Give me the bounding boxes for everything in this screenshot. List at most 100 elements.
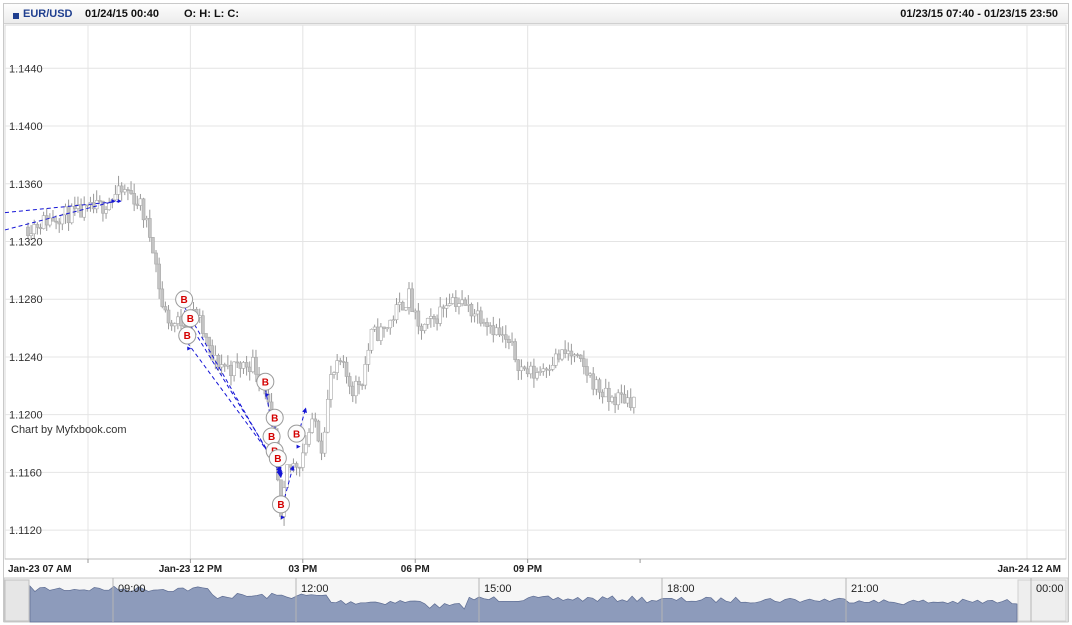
x-tick-label: Jan-24 12 AM	[997, 564, 1061, 575]
candle-body	[310, 418, 314, 433]
candle-body	[69, 205, 74, 224]
candle-body	[438, 306, 443, 324]
y-tick-label: 1.1280	[9, 294, 43, 306]
buy-marker-label: B	[268, 432, 275, 443]
candle-body	[375, 326, 380, 341]
chart-grid	[4, 24, 1067, 560]
candle-body	[463, 299, 468, 306]
buy-marker[interactable]: B	[265, 408, 284, 427]
candle-body	[35, 224, 40, 228]
candle-body	[566, 350, 571, 354]
candle-body	[572, 354, 577, 357]
candle-body	[244, 362, 249, 368]
candle-body	[507, 339, 511, 343]
buy-marker-label: B	[181, 295, 188, 306]
candle-body	[201, 315, 205, 334]
candle-body	[597, 379, 602, 393]
buy-marker-label: B	[277, 500, 284, 511]
candle-body	[550, 365, 555, 370]
candle-body	[594, 379, 599, 390]
candle-body	[151, 237, 155, 254]
candle-body	[241, 362, 246, 369]
candle-body	[435, 318, 439, 324]
candle-body	[557, 353, 561, 360]
candle-body	[366, 349, 371, 365]
candle-body	[563, 349, 567, 354]
candle-body	[313, 418, 318, 422]
candle-body	[219, 364, 224, 368]
candle-body	[397, 301, 402, 305]
candle-body	[94, 200, 99, 210]
candle-body	[582, 358, 586, 367]
buy-marker-label: B	[271, 413, 278, 424]
y-tick-label: 1.1400	[9, 121, 43, 133]
candle-body	[341, 361, 346, 363]
y-tick-label: 1.1240	[9, 352, 43, 364]
navigator[interactable]: 09:00 12:00 15:00 18:00 21:00 00:00	[3, 577, 1069, 623]
candle-body	[232, 361, 236, 376]
buy-marker[interactable]: B	[181, 309, 200, 328]
candle-body	[338, 360, 343, 362]
candle-body	[457, 303, 461, 307]
candle-body	[98, 200, 102, 202]
candle-body	[79, 204, 83, 218]
candle-body	[441, 306, 446, 309]
candle-body	[388, 319, 393, 329]
candle-body	[332, 372, 336, 375]
navigator-left-handle[interactable]	[4, 579, 30, 622]
x-tick-label: 09 PM	[513, 564, 542, 575]
candle-body	[213, 355, 218, 361]
candle-body	[522, 366, 527, 370]
candle-body	[157, 263, 161, 290]
candle-body	[494, 327, 499, 336]
candle-body	[485, 322, 489, 327]
candle-body	[38, 227, 43, 229]
candle-body	[254, 357, 258, 375]
candle-body	[216, 355, 221, 368]
candle-body	[147, 218, 152, 238]
candle-body	[603, 387, 608, 398]
candle-body	[297, 466, 302, 469]
price-chart[interactable]: BBBBBBBBBB 1.14401.14001.13601.13201.128…	[0, 0, 1072, 625]
candle-body	[51, 217, 55, 222]
navigator-label: 15:00	[484, 583, 512, 595]
candle-body	[625, 397, 630, 404]
buy-marker[interactable]: B	[178, 326, 197, 345]
candle-body	[154, 252, 158, 265]
navigator-label: 21:00	[851, 583, 879, 595]
x-tick-label: 03 PM	[288, 564, 317, 575]
candle-body	[304, 443, 308, 454]
candle-body	[416, 310, 421, 327]
candle-body	[226, 364, 230, 367]
candle-body	[135, 203, 140, 206]
candle-body	[444, 305, 449, 309]
candle-body	[588, 373, 592, 376]
candle-body	[104, 209, 108, 214]
candle-body	[57, 221, 62, 225]
candle-body	[585, 366, 589, 376]
candle-body	[535, 372, 539, 379]
candle-body	[369, 328, 374, 351]
candle-body	[251, 357, 255, 373]
candle-body	[207, 336, 211, 347]
buy-marker[interactable]: B	[268, 449, 287, 468]
candle-body	[394, 304, 399, 321]
candle-body	[354, 380, 358, 397]
candle-body	[510, 341, 514, 343]
candle-body	[107, 202, 111, 210]
candle-body	[204, 333, 208, 338]
buy-marker[interactable]: B	[287, 424, 306, 443]
x-tick-label: Jan-23 12 PM	[159, 564, 222, 575]
buy-marker[interactable]: B	[256, 372, 275, 391]
y-tick-label: 1.1440	[9, 63, 43, 75]
candle-body	[379, 326, 383, 341]
buy-marker[interactable]: B	[271, 495, 290, 514]
candle-body	[622, 393, 627, 404]
candle-body	[475, 310, 480, 315]
buy-marker-label: B	[274, 454, 281, 465]
buy-marker[interactable]: B	[175, 290, 194, 309]
y-tick-label: 1.1360	[9, 179, 43, 191]
candle-body	[454, 297, 458, 307]
candle-body	[619, 392, 624, 395]
candle-body	[85, 204, 90, 207]
